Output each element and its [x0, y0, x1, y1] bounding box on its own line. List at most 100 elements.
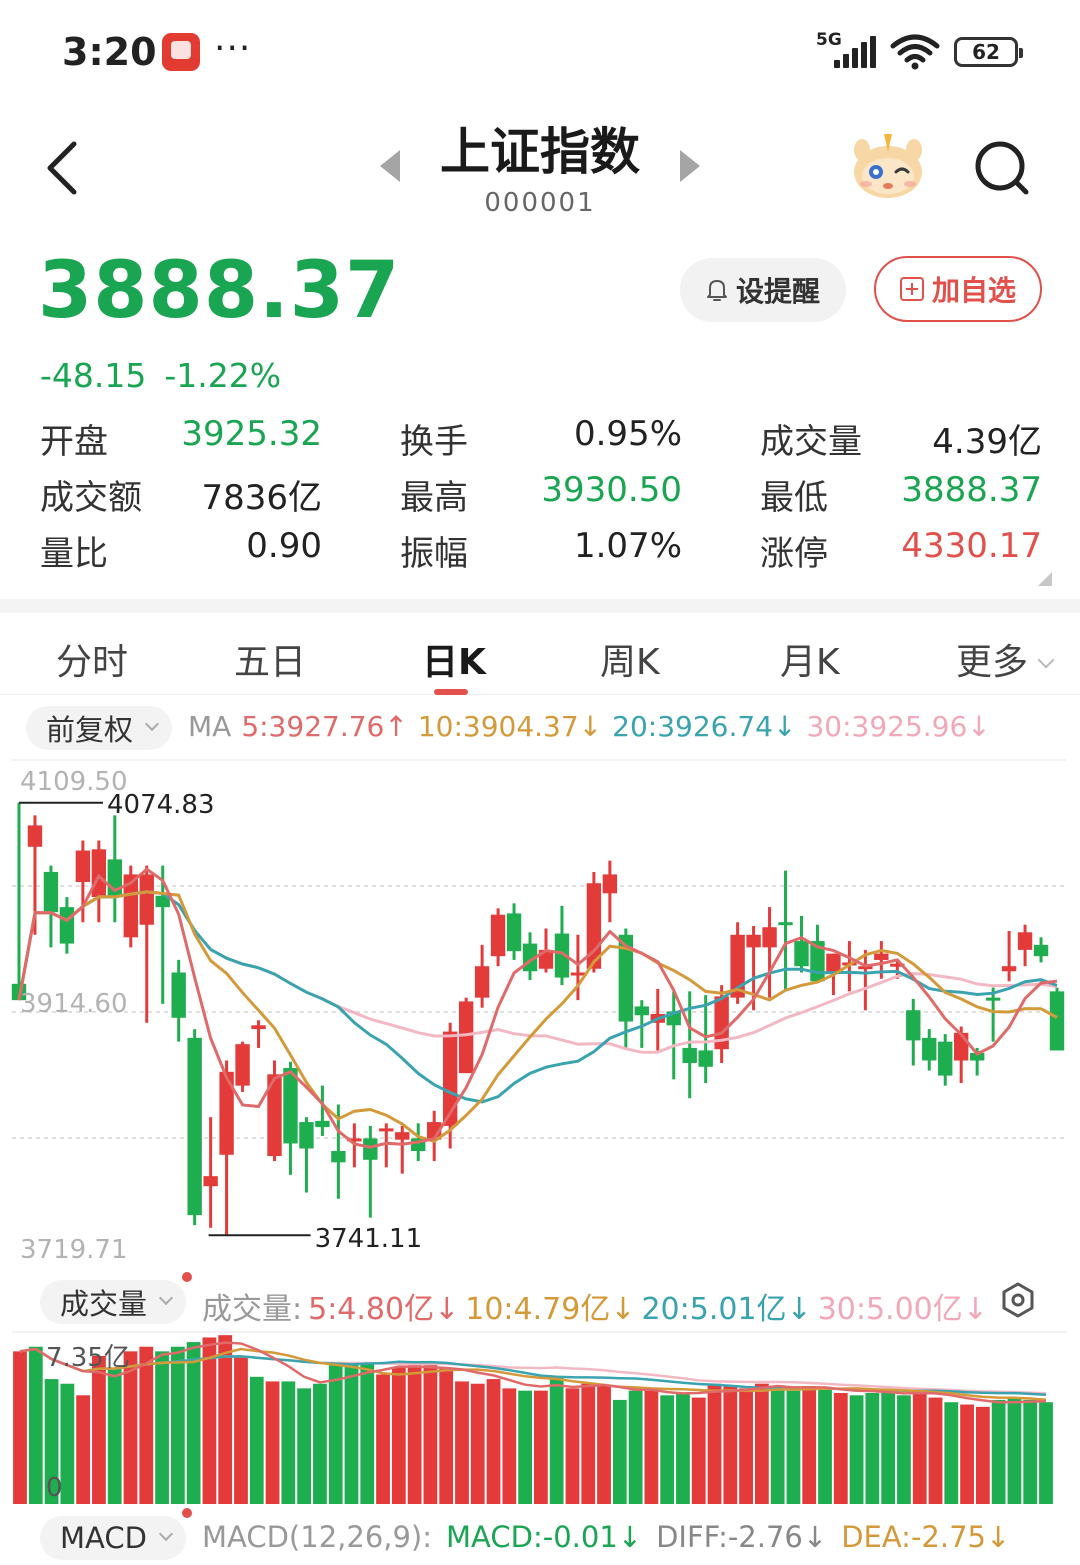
- candle-body: [969, 1052, 985, 1061]
- candle-body: [1033, 944, 1049, 957]
- search-icon[interactable]: [974, 140, 1030, 196]
- stat-low: 最低 3888.37: [760, 470, 1042, 518]
- candle-body: [794, 941, 809, 967]
- volume-bar: [376, 1374, 390, 1504]
- volume-ma10-line: [19, 1347, 1047, 1401]
- volume-bar: [597, 1386, 611, 1504]
- tab-daily-k[interactable]: 日K: [422, 633, 486, 685]
- stat-volume-ratio: 量比 0.90: [40, 526, 322, 574]
- stat-limit-up: 涨停 4330.17: [760, 526, 1042, 574]
- candle-body: [890, 963, 905, 967]
- candle-body: [442, 1031, 458, 1126]
- volume-indicator-select[interactable]: 成交量: [40, 1280, 186, 1324]
- volume-bar: [628, 1390, 643, 1504]
- volume-bar: [691, 1397, 706, 1504]
- tab-monthly-k[interactable]: 月K: [780, 633, 840, 685]
- more-notifications-icon: ···: [214, 28, 252, 69]
- stat-high: 最高 3930.50: [400, 470, 682, 518]
- add-to-watchlist-label: 加自选: [931, 274, 1016, 307]
- back-button[interactable]: [40, 140, 86, 196]
- volume-bar: [723, 1386, 738, 1504]
- volume-bar: [13, 1351, 27, 1504]
- add-to-watchlist-button[interactable]: 加自选: [874, 256, 1042, 322]
- mascot-avatar-icon[interactable]: [850, 128, 926, 200]
- indicator-dot-icon: [182, 1508, 192, 1518]
- candle-body: [874, 953, 889, 960]
- volume-ma-legend: 成交量: 5:4.80亿↓ 10:4.79亿↓ 20:5.01亿↓ 30:5.00亿↓: [202, 1284, 994, 1328]
- vol-ma30: 30:5.00亿↓: [817, 1292, 988, 1327]
- y-axis-tick-label: 3719.71: [20, 1235, 128, 1265]
- volume-bar: [234, 1355, 248, 1504]
- change-value: -48.15: [40, 356, 147, 395]
- candle-body: [506, 913, 522, 952]
- low-annotation-label: 3741.11: [315, 1224, 423, 1254]
- candle-body: [219, 1071, 234, 1155]
- candle-body: [698, 1050, 713, 1067]
- volume-bar: [28, 1346, 43, 1504]
- candle-body: [714, 996, 729, 1050]
- chevron-down-icon: [144, 716, 160, 732]
- volume-bar: [928, 1397, 943, 1504]
- stat-volume: 成交量 4.39亿: [760, 422, 1042, 462]
- status-icons: 5G 62: [816, 30, 1023, 74]
- ma20-line: [17, 890, 1058, 1104]
- adjust-type-select[interactable]: 前复权: [26, 706, 172, 750]
- next-stock-arrow-icon[interactable]: [680, 150, 700, 182]
- candle-body: [826, 953, 841, 973]
- volume-bar: [739, 1388, 753, 1504]
- tab-weekly-k[interactable]: 周K: [600, 633, 660, 685]
- ma10-value: 10:3904.37↓: [417, 710, 603, 743]
- candle-body: [650, 1013, 665, 1023]
- volume-bar: [802, 1386, 817, 1504]
- volume-bar: [849, 1395, 864, 1504]
- candle-body: [251, 1025, 266, 1030]
- candle-body: [953, 1032, 969, 1061]
- app-notification-icon: [162, 33, 200, 71]
- candle-body: [602, 874, 618, 894]
- volume-ma5-line: [19, 1341, 1047, 1404]
- ma30-value: 30:3925.96↓: [806, 710, 991, 743]
- volume-bar: [1007, 1397, 1022, 1504]
- volume-bar: [60, 1383, 75, 1504]
- ma-prefix: MA: [188, 710, 232, 743]
- volume-bar: [833, 1392, 848, 1504]
- volume-bar: [502, 1388, 517, 1504]
- candle-body: [474, 966, 490, 998]
- macd-indicator-select[interactable]: MACD: [40, 1516, 186, 1560]
- volume-bar: [107, 1367, 122, 1504]
- volume-bar: [186, 1342, 201, 1504]
- volume-bar: [123, 1351, 138, 1504]
- volume-bar: [881, 1390, 896, 1504]
- active-tab-indicator: [434, 689, 468, 695]
- volume-prefix: 成交量:: [202, 1292, 303, 1327]
- candle-body: [554, 933, 570, 978]
- expand-stats-icon[interactable]: [1038, 572, 1052, 586]
- section-divider: [0, 599, 1080, 613]
- ma10-line: [17, 890, 1058, 1143]
- candle-body: [267, 1074, 282, 1157]
- stock-code: 000001: [484, 188, 596, 218]
- stat-turnover-rate: 换手 0.95%: [400, 414, 682, 462]
- candle-body: [347, 1138, 362, 1142]
- candle-body: [395, 1132, 410, 1140]
- tab-more[interactable]: 更多: [956, 633, 1055, 685]
- vol-ma20: 20:5.01亿↓: [641, 1292, 812, 1327]
- candle-body: [458, 1001, 474, 1074]
- candle-body: [379, 1128, 394, 1132]
- chevron-down-icon: [158, 1526, 174, 1542]
- set-alert-button[interactable]: 设提醒: [680, 258, 846, 322]
- tab-five-day[interactable]: 五日: [234, 633, 306, 685]
- candle-body: [59, 907, 75, 944]
- settings-gear-icon[interactable]: [1000, 1282, 1036, 1318]
- tab-intraday[interactable]: 分时: [56, 633, 128, 685]
- candle-body: [1049, 991, 1065, 1051]
- volume-bar: [565, 1388, 580, 1504]
- candle-body: [123, 874, 138, 938]
- stat-open: 开盘 3925.32: [40, 414, 322, 462]
- chevron-down-icon: [158, 1290, 174, 1306]
- volume-bar: [423, 1365, 438, 1504]
- candle-body: [586, 883, 602, 969]
- volume-bar: [470, 1383, 485, 1504]
- volume-bar: [170, 1346, 185, 1504]
- volume-bar: [391, 1367, 406, 1504]
